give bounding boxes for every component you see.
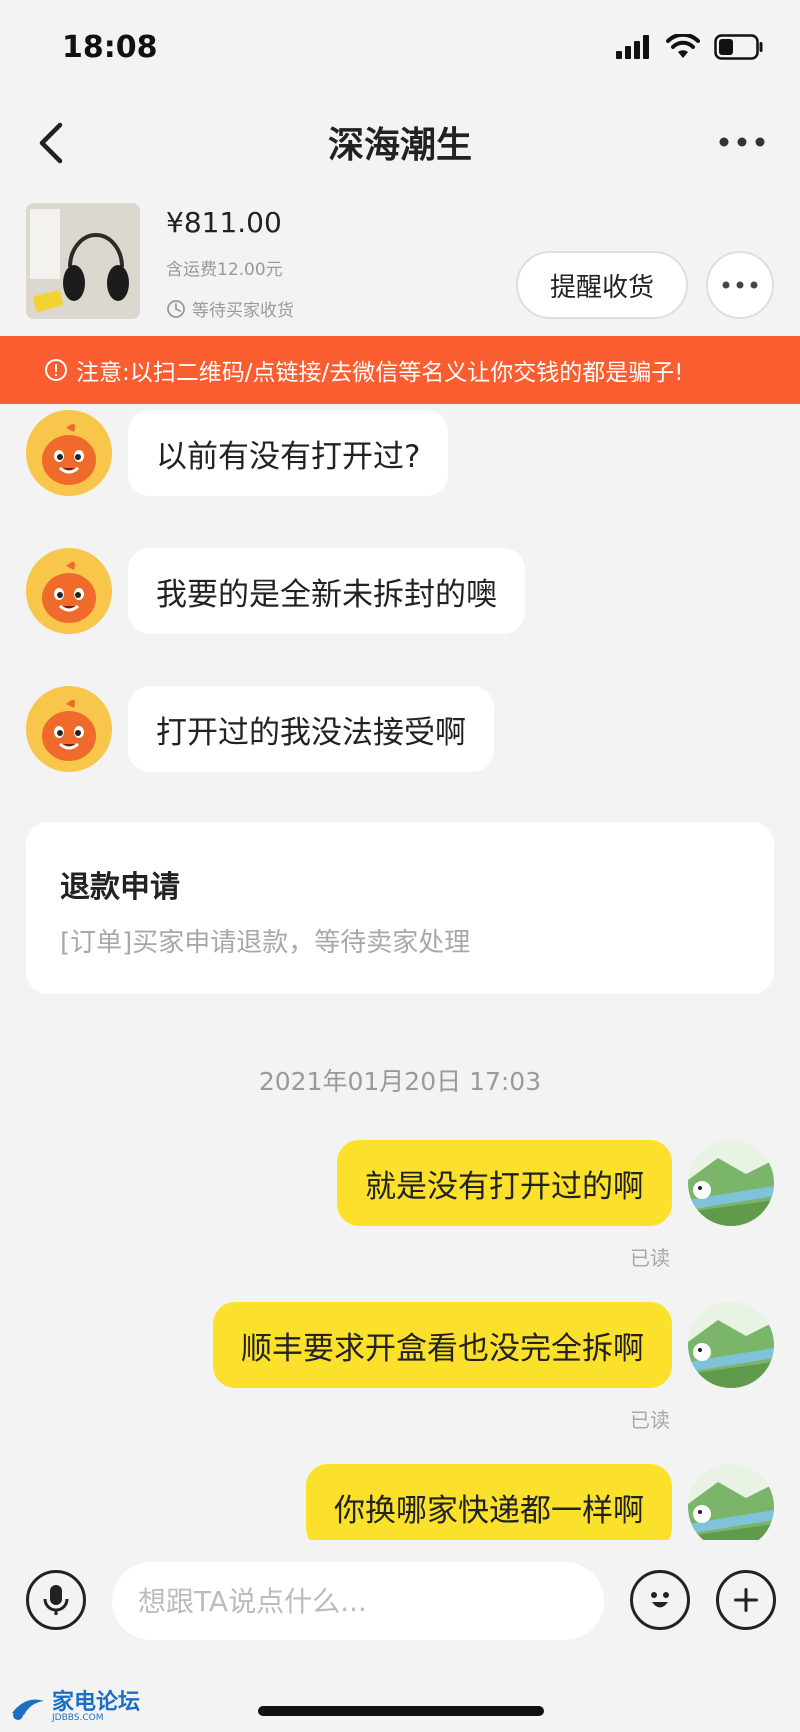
buyer-message-bubble[interactable]: 你换哪家快递都一样啊: [306, 1464, 672, 1550]
emoji-button[interactable]: [630, 1570, 690, 1630]
page-title: 深海潮生: [327, 125, 472, 166]
more-actions-button[interactable]: [716, 1570, 776, 1630]
emoji-smile-icon: [651, 1592, 669, 1608]
more-dots-icon: [719, 137, 765, 147]
headphone-image: [26, 203, 140, 319]
product-more-button[interactable]: [706, 251, 774, 319]
home-indicator[interactable]: [258, 1706, 544, 1716]
status-time: 18:08: [62, 30, 158, 65]
product-thumbnail[interactable]: [26, 203, 140, 319]
landscape-avatar-icon: [688, 1464, 774, 1550]
watermark-subtext: JDBBS.COM: [52, 1713, 104, 1723]
more-dots-icon: [722, 281, 758, 289]
buyer-message-bubble[interactable]: 就是没有打开过的啊: [337, 1140, 672, 1226]
refund-title: 退款申请: [60, 870, 180, 905]
watermark-logo-icon: [12, 1699, 44, 1720]
refund-description: [订单]买家申请退款，等待卖家处理: [60, 928, 471, 958]
message-timestamp: 2021年01月20日 17:03: [258, 1067, 542, 1096]
voice-button[interactable]: [26, 1570, 86, 1630]
alert-icon: [45, 359, 67, 381]
seller-avatar[interactable]: [26, 410, 112, 496]
shipping-fee: 含运费12.00元: [166, 260, 283, 280]
buyer-avatar[interactable]: [688, 1140, 774, 1226]
landscape-avatar-icon: [688, 1140, 774, 1226]
plus-icon: [734, 1588, 758, 1612]
seller-message-bubble[interactable]: 我要的是全新未拆封的噢: [128, 548, 525, 634]
forum-watermark: 家电论坛 JDBBS.COM: [8, 1692, 140, 1723]
mascot-avatar-icon: [26, 686, 112, 772]
buyer-message-bubble[interactable]: 顺丰要求开盒看也没完全拆啊: [213, 1302, 672, 1388]
signal-icon: [616, 35, 649, 59]
mascot-avatar-icon: [26, 548, 112, 634]
read-receipt: 已读: [630, 1408, 670, 1432]
message-input[interactable]: [112, 1562, 604, 1640]
landscape-avatar-icon: [688, 1302, 774, 1388]
battery-icon: [714, 34, 763, 60]
refund-request-card[interactable]: 退款申请 [订单]买家申请退款，等待卖家处理: [26, 822, 774, 994]
more-options-button[interactable]: [718, 122, 766, 162]
remind-receive-button[interactable]: 提醒收货: [516, 251, 688, 319]
scam-warning-banner: 注意:以扫二维码/点链接/去微信等名义让你交钱的都是骗子!: [0, 336, 800, 404]
status-icons: [616, 34, 764, 60]
scam-warning-text: 注意:以扫二维码/点链接/去微信等名义让你交钱的都是骗子!: [76, 360, 684, 386]
microphone-icon: [43, 1585, 69, 1615]
order-status: 等待买家收货: [166, 296, 294, 321]
buyer-avatar[interactable]: [688, 1302, 774, 1388]
seller-avatar[interactable]: [26, 548, 112, 634]
product-price: ¥811.00: [166, 206, 282, 239]
read-receipt: 已读: [630, 1246, 670, 1270]
wifi-icon: [666, 34, 700, 58]
watermark-text: 家电论坛: [52, 1690, 141, 1715]
clock-icon: [167, 299, 185, 318]
buyer-avatar[interactable]: [688, 1464, 774, 1550]
seller-message-bubble[interactable]: 以前有没有打开过?: [128, 410, 449, 496]
seller-avatar[interactable]: [26, 686, 112, 772]
order-status-text: 等待买家收货: [192, 301, 294, 321]
seller-message-bubble[interactable]: 打开过的我没法接受啊: [128, 686, 494, 772]
mascot-avatar-icon: [26, 410, 112, 496]
